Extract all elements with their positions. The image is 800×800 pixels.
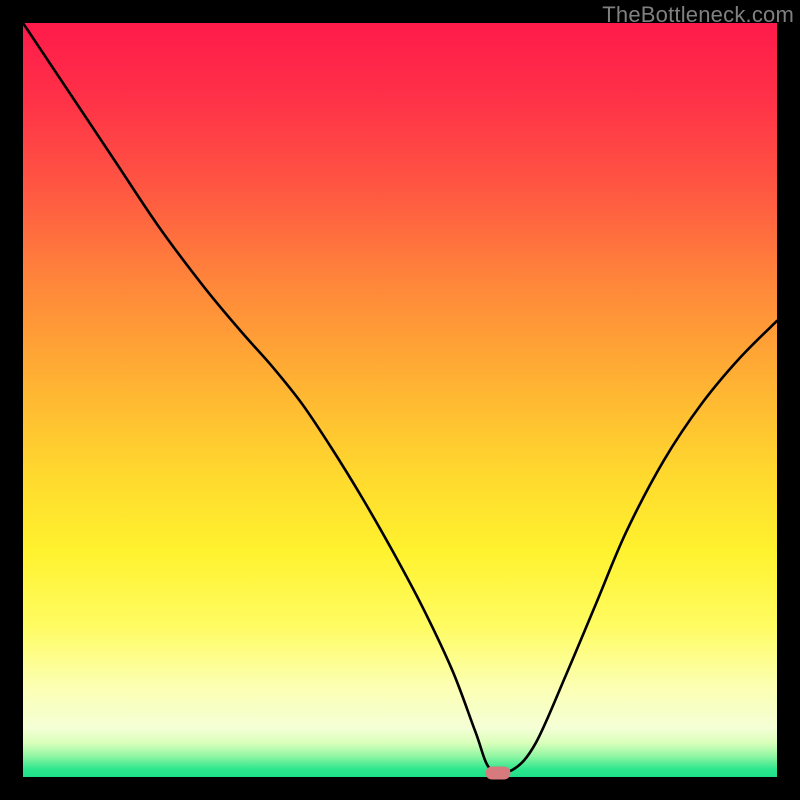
optimal-marker [486,767,511,780]
gradient-backdrop [23,23,777,777]
chart-frame [23,23,777,777]
watermark-text: TheBottleneck.com [602,2,794,28]
bottleneck-chart [23,23,777,777]
